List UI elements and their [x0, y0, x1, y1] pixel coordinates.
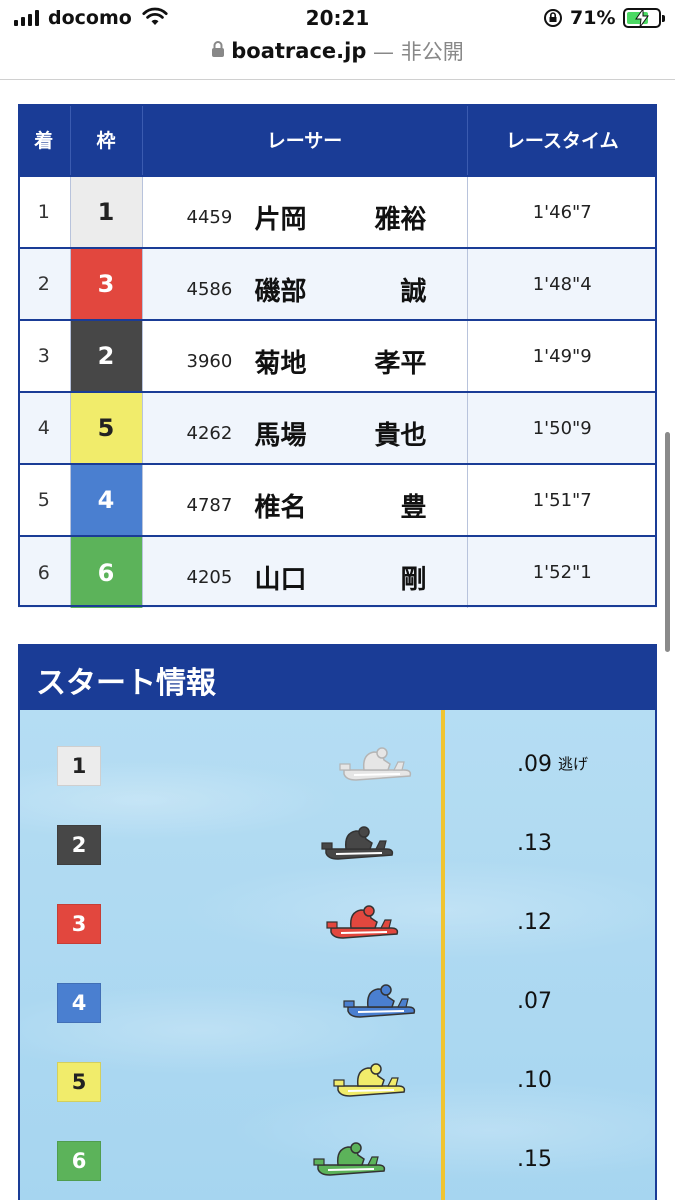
lane-number-badge: 5: [57, 1062, 101, 1102]
lane-number-badge: 2: [57, 825, 101, 865]
frame-cell: 2: [70, 319, 143, 392]
racer-surname[interactable]: 山口: [255, 559, 307, 596]
racer-surname[interactable]: 磯部: [255, 271, 307, 308]
boat-icon: [339, 747, 412, 781]
racer-reg-number: 3960: [186, 351, 233, 372]
racer-given-name[interactable]: 誠: [400, 271, 426, 308]
frame-cell: 1: [70, 175, 143, 248]
racer-surname[interactable]: 菊地: [255, 343, 307, 380]
race-time-cell: 1'46"7: [467, 175, 657, 248]
start-note: 逃げ: [558, 755, 589, 773]
racer-reg-number: 4205: [186, 567, 233, 588]
racer-reg-number: 4787: [186, 495, 233, 516]
frame-number: 5: [70, 393, 142, 463]
boat-icon: [343, 984, 416, 1018]
header-frame: 枠: [70, 104, 143, 176]
start-lane: 2.13: [20, 819, 655, 869]
start-timing: .15: [517, 1147, 552, 1172]
header-racer: レーサー: [142, 104, 468, 176]
lock-icon: [211, 39, 225, 63]
frame-cell: 4: [70, 463, 143, 536]
frame-number: 4: [70, 465, 142, 535]
status-bar: docomo 20:21 71%: [0, 0, 675, 36]
race-time-cell: 1'50"9: [467, 391, 657, 464]
race-time-cell: 1'51"7: [467, 463, 657, 536]
header-rank: 着: [18, 104, 71, 176]
start-info-title: スタート情報: [20, 646, 655, 710]
url-visibility: — 非公開: [366, 40, 464, 64]
result-row: 4 5 4262 馬場 貴也 1'50"9: [18, 391, 657, 464]
battery-percentage: 71%: [570, 7, 616, 29]
start-timing: .12: [517, 910, 552, 935]
address-bar[interactable]: boatrace.jp — 非公開: [0, 36, 675, 72]
racer-cell[interactable]: 4586 磯部 誠: [142, 247, 468, 320]
result-row: 6 6 4205 山口 剛 1'52"1: [18, 535, 657, 608]
rank-cell: 3: [18, 319, 71, 392]
racer-cell[interactable]: 4205 山口 剛: [142, 535, 468, 608]
frame-cell: 5: [70, 391, 143, 464]
racer-reg-number: 4459: [186, 207, 233, 228]
battery-charging-icon: [623, 8, 665, 28]
start-lane: 1 .09 逃げ: [20, 740, 655, 790]
racer-surname[interactable]: 椎名: [255, 487, 307, 524]
racer-cell[interactable]: 4787 椎名 豊: [142, 463, 468, 536]
boat-icon: [321, 826, 394, 860]
lane-number-badge: 1: [57, 746, 101, 786]
frame-number: 2: [70, 321, 142, 391]
scrollbar[interactable]: [665, 432, 670, 652]
url-domain: boatrace.jp: [231, 39, 367, 63]
rank-cell: 1: [18, 175, 71, 248]
race-time-cell: 1'48"4: [467, 247, 657, 320]
start-lane: 3.12: [20, 898, 655, 948]
racer-cell[interactable]: 4262 馬場 貴也: [142, 391, 468, 464]
race-time-cell: 1'52"1: [467, 535, 657, 608]
start-timing: .09: [517, 752, 552, 777]
boat-icon: [326, 905, 399, 939]
result-row: 5 4 4787 椎名 豊 1'51"7: [18, 463, 657, 536]
rank-cell: 4: [18, 391, 71, 464]
race-time-cell: 1'49"9: [467, 319, 657, 392]
start-lane: 5.10: [20, 1056, 655, 1106]
header-race-time: レースタイム: [467, 104, 657, 176]
start-diagram: 1.09 逃げ 2.13 3.12 4.07 5.10 6.15: [20, 710, 655, 1200]
racer-reg-number: 4586: [186, 279, 233, 300]
lane-number-badge: 3: [57, 904, 101, 944]
rank-cell: 6: [18, 535, 71, 608]
racer-given-name[interactable]: 雅裕: [374, 199, 426, 236]
racer-surname[interactable]: 馬場: [255, 415, 307, 452]
racer-reg-number: 4262: [186, 423, 233, 444]
result-row: 1 1 4459 片岡 雅裕 1'46"7: [18, 175, 657, 248]
rank-cell: 2: [18, 247, 71, 320]
rank-cell: 5: [18, 463, 71, 536]
divider: [0, 79, 675, 80]
racer-cell[interactable]: 4459 片岡 雅裕: [142, 175, 468, 248]
frame-cell: 6: [70, 535, 143, 608]
start-info-panel: スタート情報 1.09 逃げ 2.13 3.12 4.07 5.10 6.15: [18, 644, 657, 1200]
boat-icon: [333, 1063, 406, 1097]
frame-number: 6: [70, 537, 142, 608]
racer-given-name[interactable]: 豊: [400, 487, 426, 524]
frame-cell: 3: [70, 247, 143, 320]
start-timing: .13: [517, 831, 552, 856]
results-header-row: 着 枠 レーサー レースタイム: [18, 104, 657, 176]
result-row: 2 3 4586 磯部 誠 1'48"4: [18, 247, 657, 320]
frame-number: 1: [70, 177, 142, 247]
start-lane: 4.07: [20, 977, 655, 1027]
start-timing: .10: [517, 1068, 552, 1093]
lane-number-badge: 4: [57, 983, 101, 1023]
frame-number: 3: [70, 249, 142, 319]
racer-surname[interactable]: 片岡: [255, 199, 307, 236]
racer-given-name[interactable]: 剛: [400, 559, 426, 596]
start-lane: 6.15: [20, 1135, 655, 1185]
orientation-lock-icon: [542, 8, 564, 32]
boat-icon: [313, 1142, 386, 1176]
result-row: 3 2 3960 菊地 孝平 1'49"9: [18, 319, 657, 392]
racer-cell[interactable]: 3960 菊地 孝平: [142, 319, 468, 392]
racer-given-name[interactable]: 貴也: [374, 415, 426, 452]
results-table: 着 枠 レーサー レースタイム 1 1 4459 片岡 雅裕 1'46"7 2 3 4586 磯部…: [18, 104, 657, 608]
lane-number-badge: 6: [57, 1141, 101, 1181]
start-timing: .07: [517, 989, 552, 1014]
racer-given-name[interactable]: 孝平: [374, 343, 426, 380]
